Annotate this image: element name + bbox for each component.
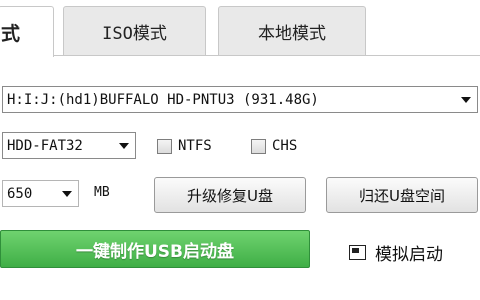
size-unit-label: MB <box>94 185 110 200</box>
chevron-down-icon <box>119 142 129 149</box>
format-select[interactable]: HDD-FAT32 <box>2 132 136 159</box>
disk-select[interactable]: H:I:J:(hd1)BUFFALO HD-PNTU3 (931.48G) <box>2 86 478 113</box>
ntfs-label: NTFS <box>178 138 212 154</box>
tab-usb-mode[interactable]: 式 <box>0 6 54 57</box>
upgrade-repair-label: 升级修复U盘 <box>187 186 273 205</box>
simulate-boot-button[interactable]: 模拟启动 <box>349 240 443 265</box>
upgrade-repair-button[interactable]: 升级修复U盘 <box>154 177 306 213</box>
usb-mode-panel: H:I:J:(hd1)BUFFALO HD-PNTU3 (931.48G) HD… <box>0 56 480 300</box>
chevron-down-icon <box>62 190 72 197</box>
tab-usb-mode-label: 式 <box>1 22 21 45</box>
simulate-boot-label: 模拟启动 <box>375 245 443 265</box>
restore-space-label: 归还U盘空间 <box>359 186 445 205</box>
restore-space-button[interactable]: 归还U盘空间 <box>326 177 478 213</box>
size-select-value: 650 <box>7 185 33 202</box>
tab-local-mode[interactable]: 本地模式 <box>218 6 366 56</box>
ntfs-option[interactable]: NTFS <box>157 138 212 154</box>
mode-tab-strip: 式 ISO模式 本地模式 <box>0 0 480 57</box>
tab-local-mode-label: 本地模式 <box>258 24 326 44</box>
tab-iso-mode-label: ISO模式 <box>102 24 167 44</box>
ntfs-checkbox[interactable] <box>157 138 172 154</box>
tab-iso-mode[interactable]: ISO模式 <box>63 6 206 56</box>
size-select[interactable]: 650 <box>2 180 79 207</box>
chs-label: CHS <box>272 138 298 154</box>
chs-checkbox[interactable] <box>251 138 266 154</box>
format-select-value: HDD-FAT32 <box>7 137 83 154</box>
make-boot-usb-label: 一键制作USB启动盘 <box>75 241 234 262</box>
monitor-icon <box>349 245 366 260</box>
chs-option[interactable]: CHS <box>251 138 297 154</box>
chevron-down-icon <box>461 96 471 103</box>
disk-select-value: H:I:J:(hd1)BUFFALO HD-PNTU3 (931.48G) <box>7 91 319 108</box>
make-boot-usb-button[interactable]: 一键制作USB启动盘 <box>0 230 310 268</box>
